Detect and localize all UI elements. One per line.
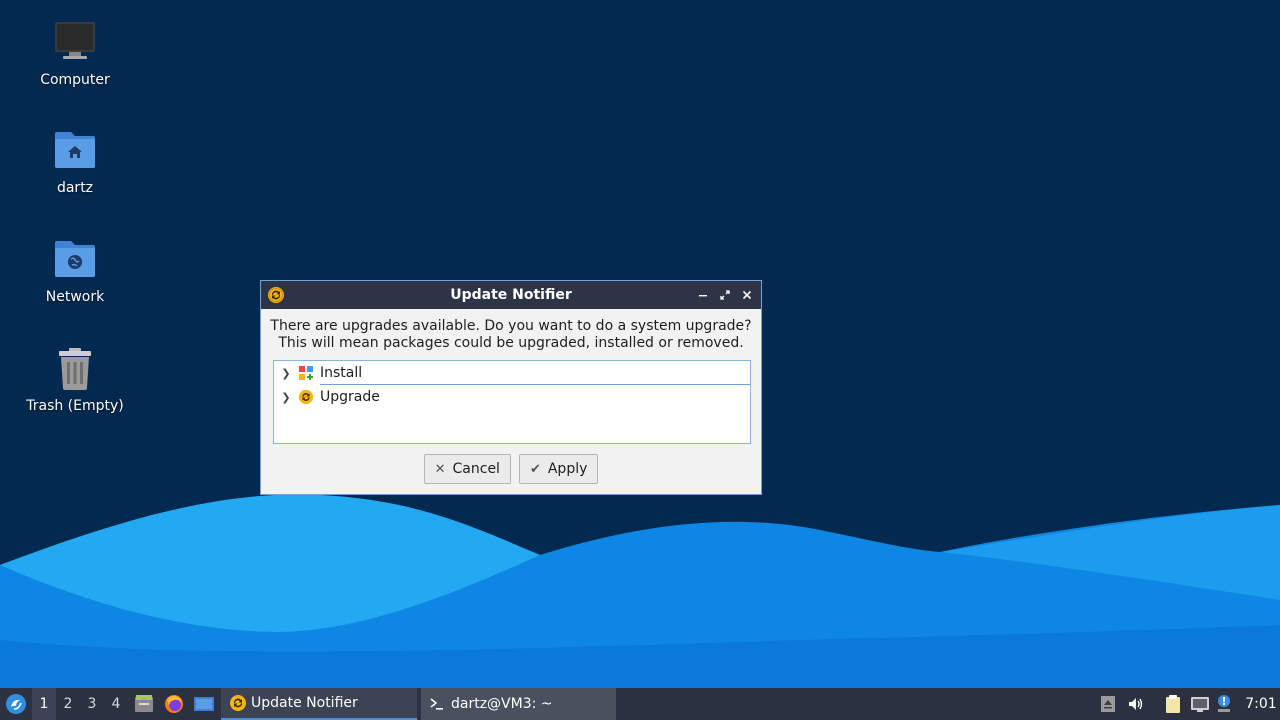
lubuntu-logo-icon: [6, 694, 26, 714]
tree-item-label: Upgrade: [320, 389, 380, 405]
dialog-title: Update Notifier: [450, 287, 572, 303]
update-alert-icon: [1218, 695, 1230, 712]
network-folder-icon: [51, 237, 99, 285]
desktop-icon-label: dartz: [56, 180, 94, 196]
message-line: There are upgrades available. Do you wan…: [270, 318, 752, 334]
close-button[interactable]: [739, 287, 755, 303]
tree-item-upgrade[interactable]: ❯ Upgrade: [274, 385, 750, 409]
desktop-icon-trash[interactable]: Trash (Empty): [20, 346, 130, 414]
desktop-icon-label: Computer: [40, 72, 110, 88]
minimize-button[interactable]: [695, 287, 711, 303]
clipboard-icon: [1166, 695, 1180, 713]
chevron-right-icon[interactable]: ❯: [278, 391, 294, 404]
clipboard-button[interactable]: [1163, 688, 1183, 720]
desktop-icon-label: Network: [45, 289, 105, 305]
file-manager-icon: [135, 695, 153, 712]
file-manager-launcher[interactable]: [133, 688, 155, 720]
cancel-button[interactable]: ✕ Cancel: [423, 454, 511, 484]
workspace-label: 2: [63, 696, 73, 712]
terminal-icon: [430, 698, 443, 710]
chevron-right-icon[interactable]: ❯: [278, 367, 294, 380]
task-label: Update Notifier: [251, 695, 358, 711]
apply-button[interactable]: ✔ Apply: [518, 454, 599, 484]
update-notifier-icon: [230, 695, 246, 711]
computer-icon: [51, 20, 99, 68]
workspace-label: 4: [111, 696, 121, 712]
firefox-launcher[interactable]: [163, 688, 185, 720]
message-line: This will mean packages could be upgrade…: [278, 335, 744, 351]
clock-label: 7:01: [1245, 696, 1277, 712]
desktop-icon-label: Trash (Empty): [26, 398, 124, 414]
clock[interactable]: 7:01: [1244, 688, 1278, 720]
tray-arrow-button[interactable]: [1098, 688, 1118, 720]
workspace-label: 3: [87, 696, 97, 712]
workspace-2[interactable]: 2: [56, 688, 80, 720]
network-status-button[interactable]: [1190, 688, 1210, 720]
taskbar: 1 2 3 4 Update Notifier dartz@VM3: ~ 7:0…: [0, 688, 1280, 720]
volume-button[interactable]: [1126, 688, 1146, 720]
update-notifier-dialog: Update Notifier There are upgrades avail…: [260, 280, 762, 495]
dialog-button-row: ✕ Cancel ✔ Apply: [261, 454, 761, 484]
up-arrow-icon: [1101, 696, 1115, 712]
workspace-label: 1: [39, 696, 49, 712]
cancel-label: Cancel: [452, 461, 500, 477]
workspace-3[interactable]: 3: [80, 688, 104, 720]
wired-network-icon: [1191, 697, 1209, 712]
desktop-icon: [194, 697, 214, 711]
close-icon: [742, 290, 752, 300]
workspace-1[interactable]: 1: [32, 688, 56, 720]
dialog-message: There are upgrades available. Do you wan…: [261, 318, 761, 352]
desktop-icon-network[interactable]: Network: [20, 237, 130, 305]
speaker-icon: [1129, 698, 1143, 710]
tree-item-label: Install: [320, 364, 363, 381]
package-tree[interactable]: ❯ Install ❯ Upgrade: [273, 360, 751, 444]
minimize-icon: [699, 295, 707, 297]
maximize-icon: [720, 290, 730, 300]
task-label: dartz@VM3: ~: [451, 696, 553, 712]
apply-label: Apply: [547, 461, 588, 477]
close-icon: ✕: [434, 461, 446, 477]
maximize-button[interactable]: [717, 287, 733, 303]
dialog-titlebar[interactable]: Update Notifier: [261, 281, 761, 309]
check-icon: ✔: [529, 461, 541, 477]
show-desktop-launcher[interactable]: [192, 688, 216, 720]
home-folder-icon: [51, 128, 99, 176]
upgrade-icon: [298, 389, 314, 405]
start-menu-button[interactable]: [2, 688, 30, 720]
task-update-notifier[interactable]: Update Notifier: [221, 688, 417, 720]
workspace-4[interactable]: 4: [104, 688, 128, 720]
desktop-icon-computer[interactable]: Computer: [20, 20, 130, 88]
desktop-icon-home[interactable]: dartz: [20, 128, 130, 196]
firefox-icon: [165, 695, 183, 713]
trash-icon: [51, 346, 99, 394]
tree-item-install[interactable]: ❯ Install: [274, 361, 750, 385]
update-notifier-icon: [268, 287, 284, 303]
update-alert-button[interactable]: [1214, 688, 1234, 720]
install-icon: [299, 366, 313, 380]
task-terminal[interactable]: dartz@VM3: ~: [421, 688, 616, 720]
